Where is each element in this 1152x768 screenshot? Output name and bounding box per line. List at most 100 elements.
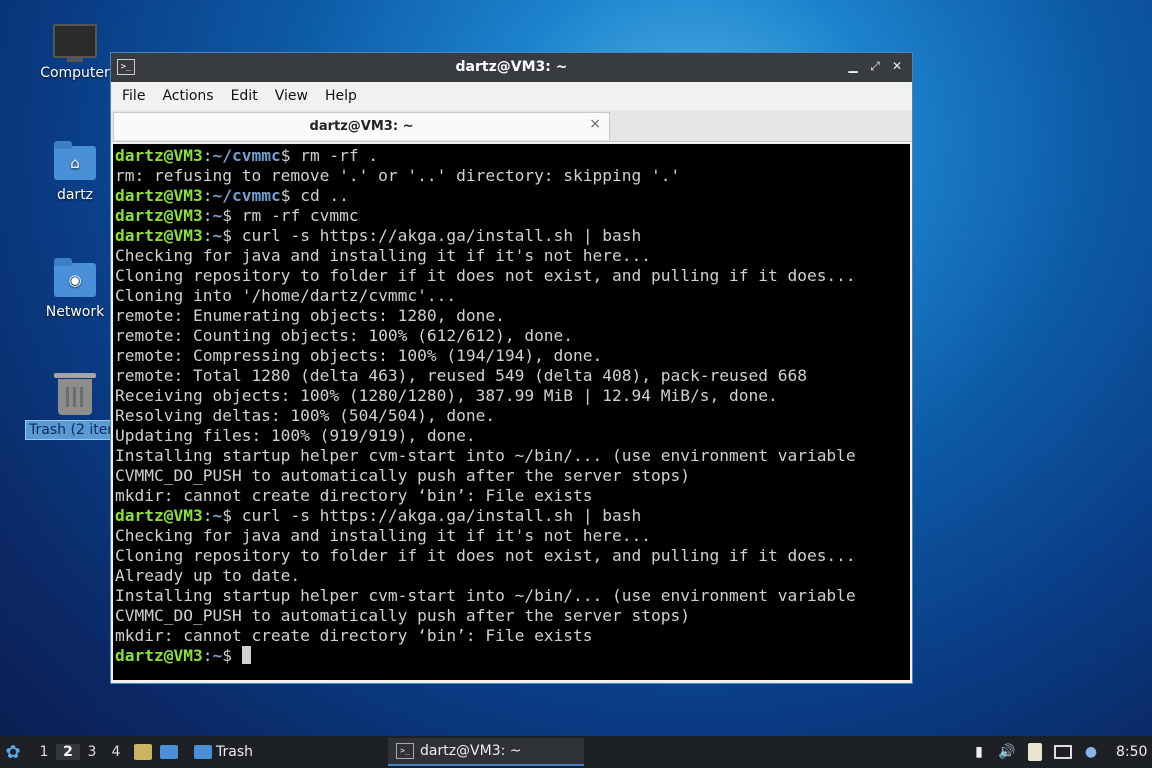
terminal-icon: >_: [396, 743, 414, 759]
show-desktop-icon[interactable]: [160, 743, 178, 761]
prompt-command: curl -s https://akga.ga/install.sh | bas…: [231, 506, 642, 525]
prompt-command: curl -s https://akga.ga/install.sh | bas…: [231, 226, 642, 245]
tab-label: dartz@VM3: ~: [309, 119, 414, 134]
workspace-1[interactable]: 1: [32, 744, 56, 760]
workspace-4[interactable]: 4: [104, 744, 128, 760]
prompt-separator: :: [202, 506, 213, 525]
prompt-command: rm -rf cvmmc: [231, 206, 359, 225]
taskbar: ✿ 1234 Trash >_ dartz@VM3: ~ ▮ 🔊 ● 8:50: [0, 736, 1152, 768]
terminal-output-line: Cloning repository to folder if it does …: [115, 266, 856, 285]
terminal-output-line: Checking for java and installing it if i…: [115, 246, 652, 265]
terminal-output-line: Installing startup helper cvm-start into…: [115, 446, 856, 465]
terminal-output-line: Cloning repository to folder if it does …: [115, 546, 856, 565]
clock[interactable]: 8:50: [1116, 744, 1147, 760]
menu-actions[interactable]: Actions: [157, 88, 225, 104]
terminal-prompt-line: dartz@VM3:~/cvmmc$ cd ..: [115, 186, 908, 206]
app-menu-icon[interactable]: ✿: [4, 742, 22, 763]
prompt-symbol: $: [280, 146, 291, 165]
prompt-symbol: $: [222, 206, 232, 225]
terminal-output-line: Receiving objects: 100% (1280/1280), 387…: [115, 386, 778, 405]
window-titlebar[interactable]: >_ dartz@VM3: ~ ▁ ⤢ ✕: [111, 53, 912, 82]
taskbar-task-label: dartz@VM3: ~: [420, 743, 522, 759]
terminal-output-line: Already up to date.: [115, 566, 301, 585]
minimize-icon[interactable]: ▁: [844, 57, 862, 75]
file-manager-icon[interactable]: [134, 743, 152, 761]
usb-icon[interactable]: ▮: [970, 743, 988, 761]
folder-icon: [194, 745, 212, 759]
workspace-3[interactable]: 3: [80, 744, 104, 760]
trash-launcher-label: Trash: [216, 744, 253, 760]
terminal-output-line: CVMMC_DO_PUSH to automatically push afte…: [115, 466, 690, 485]
terminal-prompt-line: dartz@VM3:~$ curl -s https://akga.ga/ins…: [115, 226, 908, 246]
terminal-output-line: CVMMC_DO_PUSH to automatically push afte…: [115, 606, 690, 625]
terminal-output[interactable]: dartz@VM3:~/cvmmc$ rm -rf . rm: refusing …: [113, 144, 910, 680]
terminal-output-line: remote: Enumerating objects: 1280, done.: [115, 306, 505, 325]
window-title: dartz@VM3: ~: [455, 59, 568, 75]
network-folder-icon: ◉: [54, 258, 96, 297]
terminal-output-line: Updating files: 100% (919/919), done.: [115, 426, 476, 445]
terminal-output-line: rm: refusing to remove '.' or '..' direc…: [115, 166, 681, 185]
tab-close-icon[interactable]: ×: [589, 116, 601, 132]
computer-icon: [53, 24, 97, 62]
prompt-separator: :: [202, 146, 213, 165]
prompt-separator: :: [202, 186, 213, 205]
desktop-icon-label: Network: [45, 304, 105, 320]
notification-icon[interactable]: ●: [1082, 743, 1100, 761]
prompt-command: cd ..: [290, 186, 349, 205]
prompt-path: ~: [212, 206, 223, 225]
terminal-output-line: mkdir: cannot create directory ‘bin’: Fi…: [115, 486, 593, 505]
tab-bar: dartz@VM3: ~ ×: [111, 110, 912, 142]
prompt-path: ~: [212, 646, 223, 665]
trash-launcher[interactable]: Trash: [194, 736, 253, 768]
terminal-window: >_ dartz@VM3: ~ ▁ ⤢ ✕ File Actions Edit …: [110, 52, 913, 684]
prompt-path: ~/cvmmc: [212, 146, 281, 165]
text-cursor: [241, 646, 251, 664]
prompt-symbol: $: [222, 226, 232, 245]
maximize-icon[interactable]: ⤢: [866, 57, 884, 75]
prompt-command: [232, 646, 242, 665]
prompt-user: dartz@VM3: [115, 646, 203, 665]
terminal-prompt-line: dartz@VM3:~$ curl -s https://akga.ga/ins…: [115, 506, 908, 526]
terminal-output-line: Installing startup helper cvm-start into…: [115, 586, 856, 605]
terminal-output-line: remote: Compressing objects: 100% (194/1…: [115, 346, 603, 365]
terminal-prompt-line: dartz@VM3:~/cvmmc$ rm -rf .: [115, 146, 908, 166]
desktop-icon-label: dartz: [56, 187, 94, 203]
menu-help[interactable]: Help: [320, 88, 369, 104]
prompt-path: ~: [212, 506, 223, 525]
terminal-output-line: Resolving deltas: 100% (504/504), done.: [115, 406, 496, 425]
clipboard-icon[interactable]: [1026, 743, 1044, 761]
prompt-path: ~: [212, 226, 223, 245]
terminal-prompt-line: dartz@VM3:~$: [115, 646, 908, 666]
close-icon[interactable]: ✕: [888, 57, 906, 75]
prompt-user: dartz@VM3: [115, 206, 203, 225]
prompt-user: dartz@VM3: [115, 146, 203, 165]
prompt-path: ~/cvmmc: [212, 186, 281, 205]
taskbar-terminal-button[interactable]: >_ dartz@VM3: ~: [388, 738, 584, 766]
terminal-output-line: remote: Counting objects: 100% (612/612)…: [115, 326, 574, 345]
terminal-output-line: mkdir: cannot create directory ‘bin’: Fi…: [115, 626, 593, 645]
workspace-2[interactable]: 2: [56, 744, 80, 760]
terminal-output-line: remote: Total 1280 (delta 463), reused 5…: [115, 366, 807, 385]
menubar: File Actions Edit View Help: [111, 82, 912, 110]
workspace-switcher: 1234: [32, 736, 128, 768]
prompt-user: dartz@VM3: [115, 226, 203, 245]
desktop-icon-label: Computer: [40, 65, 110, 81]
menu-edit[interactable]: Edit: [226, 88, 270, 104]
home-folder-icon: ⌂: [54, 141, 96, 180]
tab-terminal[interactable]: dartz@VM3: ~ ×: [113, 112, 610, 140]
prompt-user: dartz@VM3: [115, 506, 203, 525]
network-status-icon[interactable]: [1054, 743, 1072, 761]
menu-file[interactable]: File: [117, 88, 157, 104]
trash-icon: [54, 373, 96, 415]
prompt-separator: :: [202, 646, 213, 665]
prompt-user: dartz@VM3: [115, 186, 203, 205]
prompt-separator: :: [202, 206, 213, 225]
prompt-symbol: $: [222, 506, 232, 525]
terminal-prompt-line: dartz@VM3:~$ rm -rf cvmmc: [115, 206, 908, 226]
menu-view[interactable]: View: [270, 88, 320, 104]
prompt-symbol: $: [280, 186, 291, 205]
prompt-separator: :: [202, 226, 213, 245]
prompt-symbol: $: [222, 646, 232, 665]
volume-icon[interactable]: 🔊: [998, 743, 1016, 761]
terminal-output-line: Cloning into '/home/dartz/cvmmc'...: [115, 286, 457, 305]
